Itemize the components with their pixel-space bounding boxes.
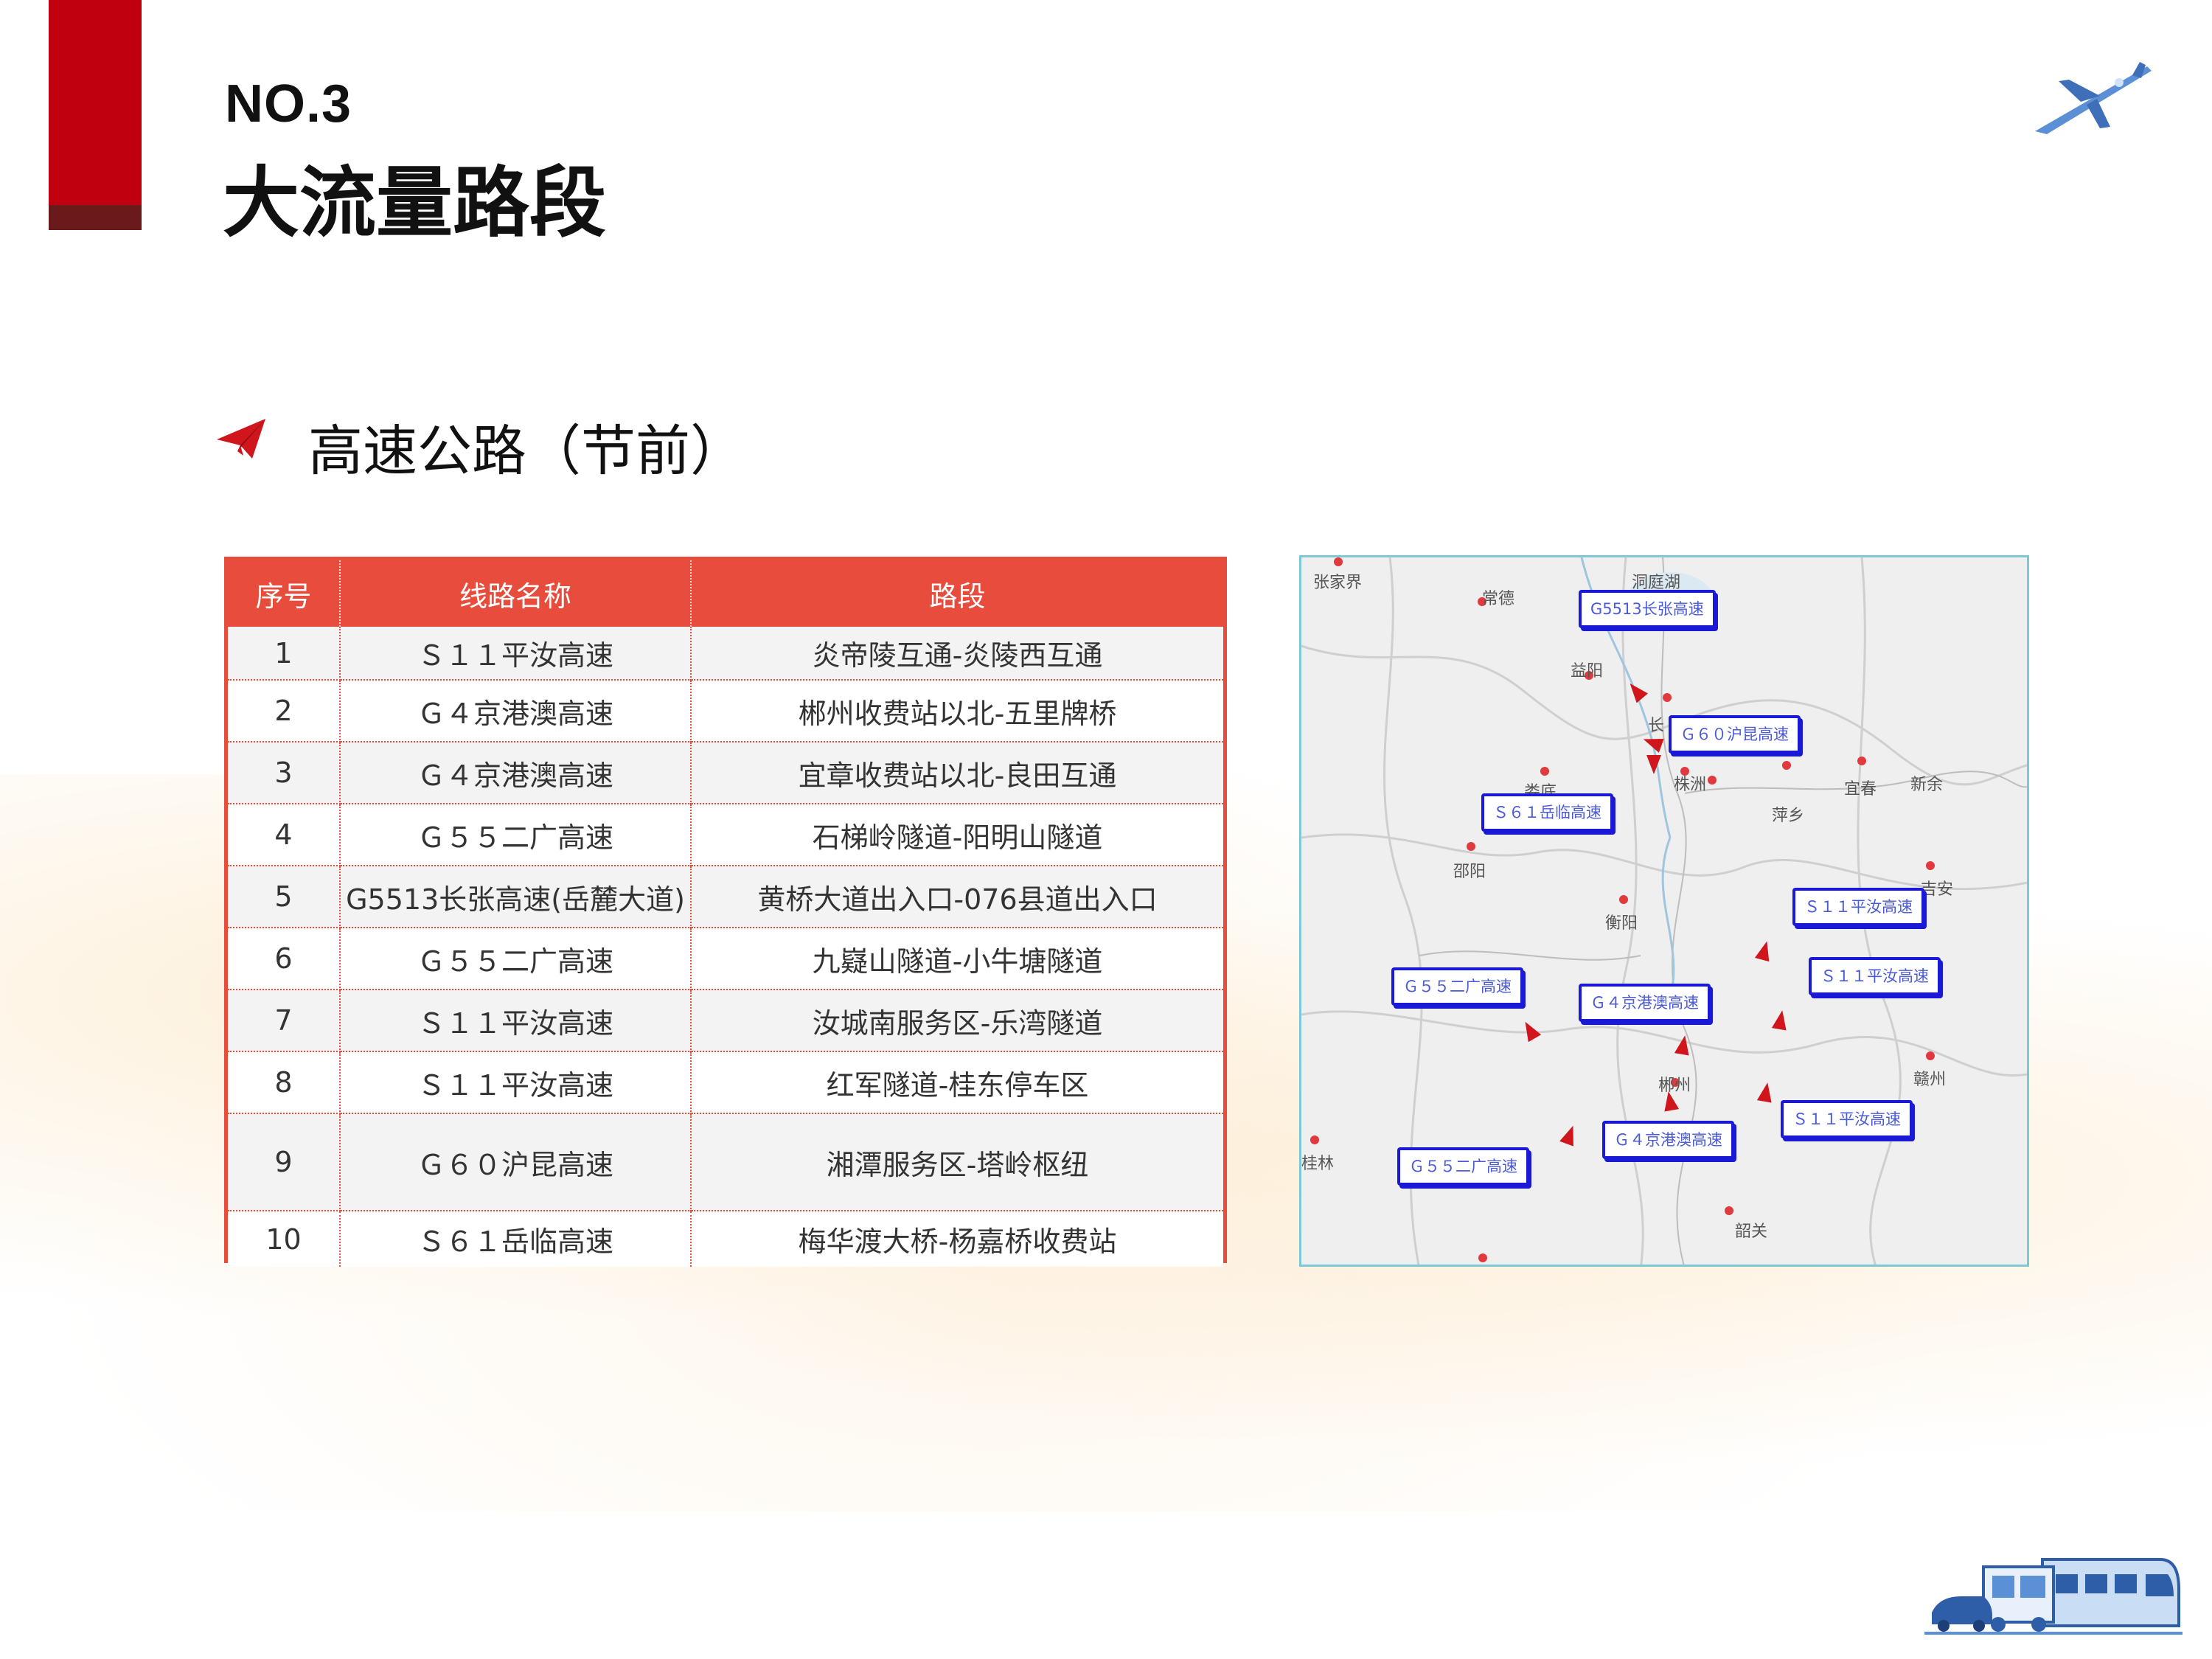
- cell-route: G5513长张高速(岳麓大道): [340, 866, 692, 928]
- cell-segment: 黄桥大道出入口-076县道出入口: [691, 866, 1223, 928]
- cell-segment: 石梯岭隧道-阳明山隧道: [691, 804, 1223, 866]
- congestion-arrow-icon: [1646, 755, 1661, 774]
- city-label: 萍乡: [1772, 807, 1805, 825]
- page-title: 大流量路段: [223, 158, 607, 248]
- city-label: 韶关: [1735, 1222, 1768, 1241]
- city-label: 桂林: [1301, 1155, 1335, 1173]
- table-row: 1 Ｓ１１平汝高速 炎帝陵互通-炎陵西互通: [228, 627, 1223, 681]
- road-label: Ｓ１１平汝高速: [1781, 1100, 1913, 1138]
- city-label: 吉安: [1921, 880, 1954, 899]
- header-accent-bar-bottom: [49, 205, 142, 230]
- road-label: Ｓ１１平汝高速: [1792, 888, 1924, 926]
- table-row: 6 Ｇ５５二广高速 九嶷山隧道-小牛塘隧道: [228, 928, 1223, 990]
- cell-index: 1: [228, 627, 341, 681]
- city-label: 宜春: [1844, 780, 1877, 799]
- section-title: 高速公路（节前）: [308, 420, 745, 483]
- cell-route: Ｓ１１平汝高速: [340, 990, 692, 1052]
- city-label: 邵阳: [1453, 863, 1486, 881]
- cell-segment: 炎帝陵互通-炎陵西互通: [691, 627, 1223, 681]
- cell-segment: 郴州收费站以北-五里牌桥: [691, 680, 1223, 742]
- cell-index: 9: [228, 1113, 341, 1211]
- cell-route: Ｓ１１平汝高速: [340, 1051, 692, 1114]
- cell-index: 10: [228, 1211, 341, 1267]
- cell-segment: 宜章收费站以北-良田互通: [691, 742, 1223, 804]
- table-row: 9 Ｇ６０沪昆高速 湘潭服务区-塔岭枢纽: [228, 1113, 1223, 1211]
- table-row: 3 Ｇ４京港澳高速 宜章收费站以北-良田互通: [228, 742, 1223, 804]
- road-label: Ｇ６０沪昆高速: [1669, 715, 1801, 754]
- cell-index: 5: [228, 866, 341, 928]
- road-label: Ｇ４京港澳高速: [1579, 984, 1711, 1022]
- column-header-route: 线路名称: [340, 560, 692, 627]
- traffic-map: 张家界 常德 洞庭湖 益阳 长 株洲 宜春 新余 萍乡 娄底 邵阳 衡阳 吉安 …: [1299, 555, 2029, 1267]
- cell-index: 4: [228, 804, 341, 866]
- section-number: NO.3: [225, 74, 352, 133]
- table-row: 7 Ｓ１１平汝高速 汝城南服务区-乐湾隧道: [228, 990, 1223, 1052]
- city-label: 张家界: [1313, 574, 1363, 592]
- header-accent-bar: [49, 0, 142, 205]
- table-row: 10 Ｓ６１岳临高速 梅华渡大桥-杨嘉桥收费站: [228, 1211, 1223, 1267]
- cell-index: 7: [228, 990, 341, 1052]
- table-row: 8 Ｓ１１平汝高速 红军隧道-桂东停车区: [228, 1051, 1223, 1114]
- column-header-index: 序号: [228, 560, 341, 627]
- road-label: Ｇ５５二广高速: [1391, 967, 1523, 1006]
- column-header-segment: 路段: [691, 560, 1223, 627]
- cell-route: Ｇ４京港澳高速: [340, 680, 692, 742]
- table-row: 4 Ｇ５５二广高速 石梯岭隧道-阳明山隧道: [228, 804, 1223, 866]
- cell-segment: 红军隧道-桂东停车区: [691, 1051, 1223, 1114]
- high-traffic-table: 序号 线路名称 路段 1 Ｓ１１平汝高速 炎帝陵互通-炎陵西互通 2 Ｇ４京港澳…: [224, 557, 1227, 1267]
- cell-index: 8: [228, 1051, 341, 1114]
- road-label: Ｓ１１平汝高速: [1809, 957, 1941, 995]
- cell-route: Ｓ６１岳临高速: [340, 1211, 692, 1267]
- cell-route: Ｇ６０沪昆高速: [340, 1113, 692, 1211]
- cell-index: 2: [228, 680, 341, 742]
- table-header-row: 序号 线路名称 路段: [228, 560, 1223, 627]
- city-label: 新余: [1910, 776, 1944, 794]
- road-label: Ｇ４京港澳高速: [1602, 1121, 1734, 1159]
- city-label: 衡阳: [1605, 914, 1638, 933]
- cell-index: 6: [228, 928, 341, 990]
- cell-index: 3: [228, 742, 341, 804]
- congestion-arrow-icon: [1660, 1090, 1680, 1112]
- cell-segment: 梅华渡大桥-杨嘉桥收费站: [691, 1211, 1223, 1267]
- city-label: 长: [1648, 717, 1665, 735]
- cell-route: Ｇ４京港澳高速: [340, 742, 692, 804]
- paper-plane-icon: [217, 419, 265, 459]
- cell-segment: 湘潭服务区-塔岭枢纽: [691, 1113, 1223, 1211]
- city-label: 常德: [1482, 590, 1515, 608]
- table-row: 2 Ｇ４京港澳高速 郴州收费站以北-五里牌桥: [228, 680, 1223, 742]
- road-label: Ｓ６１岳临高速: [1481, 793, 1613, 832]
- cell-route: Ｓ１１平汝高速: [340, 627, 692, 681]
- city-label: 赣州: [1913, 1071, 1947, 1089]
- cell-segment: 汝城南服务区-乐湾隧道: [691, 990, 1223, 1052]
- train-bus-car-icon: [1924, 1558, 2183, 1635]
- road-label: Ｇ５５二广高速: [1397, 1147, 1529, 1186]
- airplane-icon: [2035, 62, 2152, 134]
- city-label: 株洲: [1674, 776, 1707, 794]
- cell-route: Ｇ５５二广高速: [340, 804, 692, 866]
- city-label: 益阳: [1571, 662, 1604, 681]
- cell-segment: 九嶷山隧道-小牛塘隧道: [691, 928, 1223, 990]
- table-row: 5 G5513长张高速(岳麓大道) 黄桥大道出入口-076县道出入口: [228, 866, 1223, 928]
- road-label: G5513长张高速: [1579, 590, 1716, 628]
- cell-route: Ｇ５５二广高速: [340, 928, 692, 990]
